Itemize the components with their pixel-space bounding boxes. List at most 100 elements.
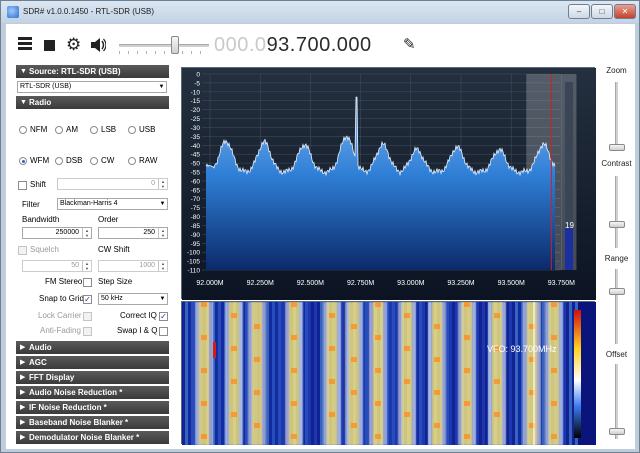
- contrast-slider[interactable]: [615, 176, 618, 248]
- y-tick-label: -10: [191, 89, 201, 96]
- pin-icon[interactable]: ✎: [403, 35, 416, 53]
- lock-carrier-checkbox[interactable]: [83, 312, 92, 321]
- filter-label: Filter: [22, 200, 40, 209]
- gear-icon[interactable]: ⚙: [66, 37, 82, 53]
- volume-slider[interactable]: [119, 44, 209, 47]
- frequency-digits[interactable]: 93.700.000: [267, 34, 372, 56]
- mode-radio-am[interactable]: [55, 126, 63, 134]
- swap-iq-checkbox[interactable]: [159, 327, 168, 336]
- close-button[interactable]: ✕: [614, 4, 636, 19]
- y-tick-label: 0: [196, 72, 200, 79]
- bandwidth-input[interactable]: 250000 ▲ ▼: [22, 227, 92, 239]
- mode-radio-raw[interactable]: [128, 157, 136, 165]
- fm-stereo-checkbox[interactable]: [83, 278, 92, 287]
- source-header[interactable]: ▼ Source: RTL-SDR (USB): [16, 65, 169, 78]
- x-tick-label: 93.750M: [548, 280, 575, 287]
- radio-header[interactable]: ▼ Radio: [16, 96, 169, 109]
- step-size-select[interactable]: 50 kHz ▼: [98, 293, 168, 305]
- panel-demodulator-noise-blanker-header[interactable]: ▶ Demodulator Noise Blanker *: [16, 431, 169, 444]
- vfo-frequency-label: VFO: 93.700MHz: [487, 344, 557, 354]
- shift-input[interactable]: 0 ▲ ▼: [57, 178, 168, 190]
- spectrum-analyzer[interactable]: 0 -5 -10 -15 -20 -25 -30 -35 -40 -45 -50 -55 -60 -65 -…: [181, 67, 595, 299]
- x-tick-label: 92.500M: [297, 280, 324, 287]
- y-tick-label: -60: [191, 178, 201, 185]
- spinner-icon[interactable]: ▲ ▼: [82, 261, 91, 271]
- snap-to-grid-checkbox[interactable]: ✓: [83, 295, 92, 304]
- filter-select[interactable]: Blackman-Harris 4 ▼: [57, 198, 168, 210]
- bandwidth-value: 250000: [56, 229, 79, 236]
- chevron-down-icon: ▼: [158, 294, 167, 304]
- mode-radio-cw[interactable]: [90, 157, 98, 165]
- expand-arrow-icon: ▶: [20, 416, 25, 429]
- offset-slider-thumb[interactable]: [609, 428, 625, 435]
- anti-fading-label: Anti-Fading: [40, 326, 81, 335]
- order-input[interactable]: 250 ▲ ▼: [98, 227, 168, 239]
- panel-audio-noise-reduction-label: Audio Noise Reduction *: [29, 388, 122, 397]
- range-slider[interactable]: [615, 269, 618, 344]
- mode-radio-dsb[interactable]: [55, 157, 63, 165]
- y-tick-label: -70: [191, 196, 201, 203]
- contrast-label: Contrast: [598, 159, 635, 168]
- frequency-display[interactable]: 000.093.700.000: [214, 34, 372, 57]
- range-label: Range: [598, 254, 635, 263]
- hamburger-icon[interactable]: [18, 37, 34, 53]
- panel-audio-noise-reduction-header[interactable]: ▶ Audio Noise Reduction *: [16, 386, 169, 399]
- spinner-icon[interactable]: ▲ ▼: [158, 228, 167, 238]
- x-tick-label: 93.250M: [447, 280, 474, 287]
- maximize-button[interactable]: □: [591, 4, 613, 19]
- squelch-input[interactable]: 50 ▲ ▼: [22, 260, 92, 272]
- x-tick-label: 93.000M: [397, 280, 424, 287]
- shift-label: Shift: [30, 180, 46, 189]
- zoom-slider[interactable]: [615, 82, 618, 150]
- level-readout: 19: [565, 221, 574, 230]
- panel-agc-header[interactable]: ▶ AGC: [16, 356, 169, 369]
- source-device-select[interactable]: RTL-SDR (USB) ▼: [17, 81, 167, 93]
- panel-baseband-noise-blanker-header[interactable]: ▶ Baseband Noise Blanker *: [16, 416, 169, 429]
- title-bar[interactable]: SDR# v1.0.0.1450 - RTL-SDR (USB) – □ ✕: [1, 1, 639, 23]
- squelch-checkbox[interactable]: [18, 246, 27, 255]
- snap-to-grid-label: Snap to Grid: [39, 294, 84, 303]
- speaker-icon[interactable]: [90, 37, 106, 53]
- panel-fft-display-header[interactable]: ▶ FFT Display: [16, 371, 169, 384]
- panel-if-noise-reduction-header[interactable]: ▶ IF Noise Reduction *: [16, 401, 169, 414]
- stop-icon[interactable]: [44, 40, 55, 51]
- collapse-arrow-icon: ▼: [20, 96, 27, 109]
- cw-shift-label: CW Shift: [98, 245, 130, 254]
- app-icon: [7, 6, 19, 18]
- y-tick-label: -15: [191, 98, 201, 105]
- filter-value: Blackman-Harris 4: [60, 200, 118, 207]
- x-tick-label: 92.250M: [247, 280, 274, 287]
- range-slider-thumb[interactable]: [609, 288, 625, 295]
- waterfall-display[interactable]: VFO: 93.700MHz: [181, 301, 595, 444]
- mode-radio-usb[interactable]: [128, 126, 136, 134]
- spinner-icon[interactable]: ▲ ▼: [82, 228, 91, 238]
- toolbar: ⚙ 000.093.700.000 ✎: [6, 24, 635, 64]
- collapse-arrow-icon: ▼: [20, 65, 27, 78]
- panel-audio-label: Audio: [29, 343, 52, 352]
- y-tick-label: -85: [191, 223, 201, 230]
- waterfall-bands: [182, 302, 578, 445]
- y-tick-label: -20: [191, 107, 201, 114]
- mode-radio-wfm[interactable]: [19, 157, 27, 165]
- mode-radio-nfm[interactable]: [19, 126, 27, 134]
- y-tick-label: -50: [191, 161, 201, 168]
- anti-fading-checkbox[interactable]: [83, 327, 92, 336]
- source-device-value: RTL-SDR (USB): [20, 83, 71, 90]
- y-tick-label: -75: [191, 205, 201, 212]
- minimize-button[interactable]: –: [568, 4, 590, 19]
- mode-label-cw: CW: [101, 156, 114, 165]
- spinner-icon[interactable]: ▲ ▼: [158, 179, 167, 189]
- cw-shift-input[interactable]: 1000 ▲ ▼: [98, 260, 168, 272]
- y-tick-label: -30: [191, 125, 201, 132]
- mode-radio-lsb[interactable]: [90, 126, 98, 134]
- offset-label: Offset: [598, 350, 635, 359]
- shift-checkbox[interactable]: [18, 181, 27, 190]
- panel-audio-header[interactable]: ▶ Audio: [16, 341, 169, 354]
- spinner-icon[interactable]: ▲ ▼: [158, 261, 167, 271]
- volume-slider-thumb[interactable]: [171, 36, 179, 54]
- contrast-slider-thumb[interactable]: [609, 221, 625, 228]
- y-tick-label: -5: [194, 80, 200, 87]
- correct-iq-checkbox[interactable]: ✓: [159, 312, 168, 321]
- zoom-slider-thumb[interactable]: [609, 144, 625, 151]
- frequency-leading-digits[interactable]: 000.0: [214, 34, 267, 56]
